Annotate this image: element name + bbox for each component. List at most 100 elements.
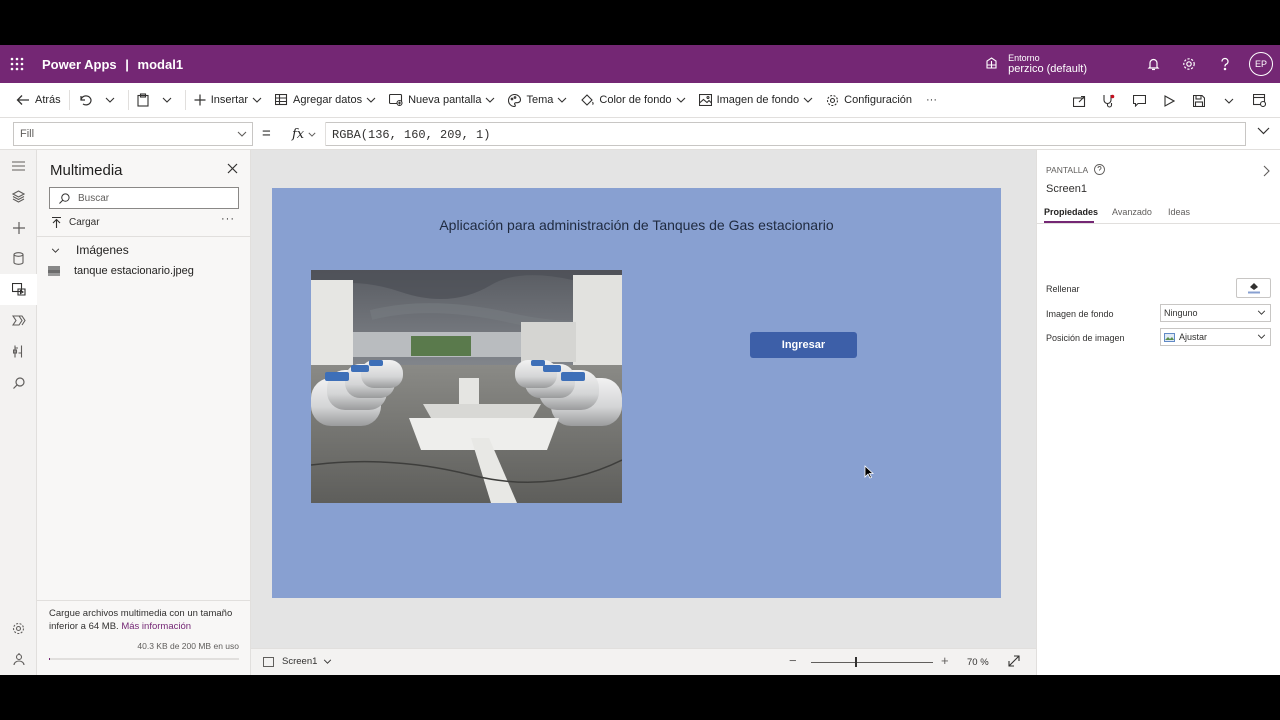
media-file-item[interactable]: tanque estacionario.jpeg [48,265,194,277]
hamburger-menu-icon[interactable] [0,150,37,181]
app-title: Power Apps | modal1 [42,57,183,72]
storage-progress-bar [49,658,239,660]
upload-button[interactable]: Cargar [52,217,100,228]
header-actions: Entorno perzico (default) EP [985,45,1280,83]
virtual-agent-icon[interactable] [0,644,37,675]
fit-to-window-icon[interactable] [1008,655,1020,667]
formula-input[interactable]: RGBA(136, 160, 209, 1) [326,122,1246,146]
product-name: Power Apps [42,56,117,72]
media-search-input[interactable]: Buscar [49,187,239,209]
more-info-link[interactable]: Más información [121,621,191,632]
background-image-dropdown[interactable]: Ninguno [1160,304,1271,322]
advanced-tools-icon[interactable] [0,336,37,367]
canvas-status-bar: Screen1 − + 70 % [251,648,1036,675]
rail-settings-icon[interactable] [0,613,37,644]
tab-ideas[interactable]: Ideas [1168,207,1190,217]
selected-name: Screen1 [1046,183,1087,195]
help-circle-icon[interactable] [1094,164,1106,175]
help-icon[interactable] [1207,45,1243,83]
tree-view-icon[interactable] [0,181,37,212]
app-settings-button[interactable]: Configuración [822,83,916,118]
screen-selector[interactable]: Screen1 [263,656,332,667]
new-screen-button[interactable]: Nueva pantalla [385,83,504,118]
image-position-dropdown[interactable]: Ajustar [1160,328,1271,346]
more-options-button[interactable]: ··· [221,213,235,225]
undo-button[interactable] [74,83,101,118]
tank-photo[interactable] [311,270,622,503]
zoom-in-button[interactable]: + [941,653,949,668]
settings-icon[interactable] [1171,45,1207,83]
app-checker-icon[interactable] [1094,83,1124,118]
divider [68,90,70,110]
data-cylinder-icon[interactable] [0,243,37,274]
zoom-slider-thumb[interactable] [855,657,857,667]
equals-sign: = [262,125,271,142]
properties-panel: PANTALLA Screen1 Propiedades Avanzado Id… [1036,150,1280,675]
chevron-right-icon[interactable] [1263,165,1270,177]
divider [184,90,186,110]
background-image-button[interactable]: Imagen de fondo [695,83,823,118]
images-section-header[interactable]: Imágenes [51,243,129,257]
save-dropdown[interactable] [1214,83,1244,118]
mouse-cursor-icon [864,465,874,479]
preview-play-icon[interactable] [1154,83,1184,118]
paste-button[interactable] [133,83,158,118]
app-launcher-icon[interactable] [0,45,34,83]
add-data-button[interactable]: Agregar datos [271,83,385,118]
undo-icon [80,95,92,106]
function-button[interactable]: fx [284,122,326,146]
chevron-down-icon [252,97,262,103]
insert-button[interactable]: Insertar [190,83,271,118]
save-icon[interactable] [1184,83,1214,118]
chevron-down-icon [105,97,115,103]
plus-icon [194,94,206,106]
theme-button[interactable]: Tema [504,83,576,118]
media-icon[interactable] [0,274,37,305]
clipboard-icon [137,93,149,107]
close-icon[interactable] [227,163,238,174]
left-nav-rail [0,150,37,675]
chevron-down-icon [308,132,316,137]
upload-arrow-icon [52,217,61,228]
ingresar-button[interactable]: Ingresar [750,332,857,358]
share-icon[interactable] [1064,83,1094,118]
insert-plus-icon[interactable] [0,212,37,243]
user-avatar[interactable]: EP [1249,52,1273,76]
property-selector[interactable]: Fill [13,122,253,146]
tab-properties[interactable]: Propiedades [1044,207,1098,217]
screen-icon [263,656,274,667]
zoom-out-button[interactable]: − [789,653,797,668]
zoom-slider[interactable] [811,662,933,663]
tab-advanced[interactable]: Avanzado [1112,207,1152,217]
chevron-down-icon [51,248,60,253]
notifications-icon[interactable] [1135,45,1171,83]
panel-title: Multimedia [50,162,123,179]
back-button[interactable]: Atrás [0,83,65,118]
fill-label: Rellenar [1046,284,1080,294]
chevron-down-icon [558,97,567,103]
command-bar: Atrás Insertar Agregar datos Nueva panta… [0,83,1280,118]
publish-icon[interactable] [1244,83,1274,118]
search-icon[interactable] [0,367,37,398]
app-header: Power Apps | modal1 Entorno perzico (def… [0,45,1280,83]
media-panel: Multimedia Buscar Cargar ··· Imágenes ta… [37,150,251,675]
expand-formula-icon[interactable] [1257,127,1270,135]
undo-dropdown[interactable] [101,83,124,118]
background-color-button[interactable]: Color de fondo [576,83,694,118]
image-thumbnail [48,266,60,276]
power-automate-icon[interactable] [0,305,37,336]
fill-color-picker[interactable] [1236,278,1271,298]
arrow-left-icon [16,95,29,105]
screen-title-label[interactable]: Aplicación para administración de Tanque… [272,217,1001,233]
divider [127,90,129,110]
power-apps-studio: Power Apps | modal1 Entorno perzico (def… [0,45,1280,675]
comments-icon[interactable] [1124,83,1154,118]
storage-usage-text: 40.3 KB de 200 MB en uso [137,641,239,651]
more-commands-button[interactable]: ··· [916,83,941,118]
chevron-down-icon [324,659,332,664]
environment-picker[interactable]: Entorno perzico (default) [985,53,1087,76]
media-file-name: tanque estacionario.jpeg [74,265,194,277]
search-placeholder: Buscar [78,193,110,204]
app-screen[interactable]: Aplicación para administración de Tanque… [272,188,1001,598]
paste-dropdown[interactable] [158,83,181,118]
